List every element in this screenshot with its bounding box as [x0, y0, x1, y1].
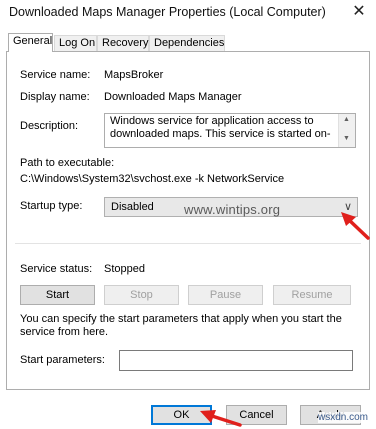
service-status-label: Service status:	[20, 263, 93, 275]
title-bar: Downloaded Maps Manager Properties (Loca…	[0, 0, 376, 26]
start-params-hint: You can specify the start parameters tha…	[20, 313, 342, 338]
general-panel: Service name: MapsBroker Display name: D…	[6, 51, 370, 390]
description-box[interactable]: Windows service for application access t…	[104, 113, 356, 148]
scroll-down-icon[interactable]: ▼	[343, 135, 350, 142]
path-label: Path to executable:	[20, 157, 115, 169]
stop-button[interactable]: Stop	[104, 285, 179, 305]
service-name-value: MapsBroker	[104, 69, 164, 81]
red-arrow-dropdown-icon	[341, 212, 370, 240]
tab-general[interactable]: General	[8, 33, 53, 52]
resume-button[interactable]: Resume	[273, 285, 351, 305]
display-name-value: Downloaded Maps Manager	[104, 91, 242, 103]
scroll-up-icon[interactable]: ▲	[343, 116, 350, 123]
startup-type-label: Startup type:	[20, 200, 83, 212]
description-scrollbar[interactable]: ▲ ▼	[338, 114, 355, 147]
service-status-value: Stopped	[104, 263, 145, 275]
tab-log-on[interactable]: Log On	[54, 35, 97, 51]
wintips-watermark: www.wintips.org	[184, 202, 281, 217]
start-button[interactable]: Start	[20, 285, 95, 305]
close-button[interactable]: ✕	[342, 0, 376, 26]
description-label: Description:	[20, 120, 79, 132]
display-name-label: Display name:	[20, 91, 90, 103]
description-text: Windows service for application access t…	[110, 115, 331, 140]
separator	[15, 243, 361, 244]
dialog-footer: OK Cancel Apply	[0, 390, 376, 429]
red-arrow-ok-icon	[200, 410, 242, 427]
tab-recovery[interactable]: Recovery	[97, 35, 149, 51]
start-params-label: Start parameters:	[20, 354, 105, 366]
window-title: Downloaded Maps Manager Properties (Loca…	[9, 5, 326, 19]
start-params-input[interactable]	[119, 350, 353, 371]
path-value: C:\Windows\System32\svchost.exe -k Netwo…	[20, 173, 285, 185]
pause-button[interactable]: Pause	[188, 285, 263, 305]
startup-type-value: Disabled	[111, 201, 154, 213]
wsxdn-watermark: wsxdn.com	[317, 412, 368, 423]
service-name-label: Service name:	[20, 69, 91, 81]
tab-dependencies[interactable]: Dependencies	[149, 35, 225, 51]
close-icon: ✕	[352, 3, 366, 20]
